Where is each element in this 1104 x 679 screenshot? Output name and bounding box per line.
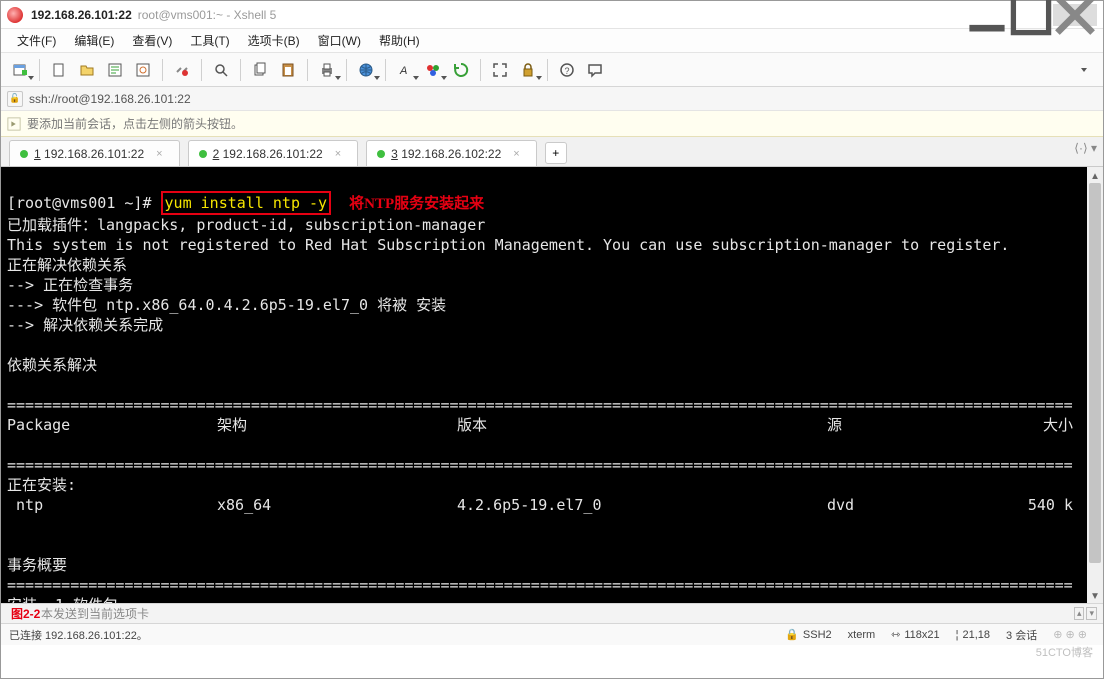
- title-sub: root@vms001:~ - Xshell 5: [138, 8, 277, 22]
- session-tab-1[interactable]: 1 192.168.26.101:22 ×: [9, 140, 180, 166]
- svg-text:A: A: [399, 65, 407, 77]
- globe-icon[interactable]: [353, 57, 379, 83]
- status-caps: ⊕ ⊕ ⊕: [1053, 628, 1087, 641]
- menu-window[interactable]: 窗口(W): [310, 30, 369, 51]
- terminal[interactable]: [root@vms001 ~]# yum install ntp -y 将NTP…: [1, 167, 1103, 603]
- settings-icon[interactable]: [130, 57, 156, 83]
- paste-icon[interactable]: [275, 57, 301, 83]
- status-size: ⇿ 118x21: [891, 628, 940, 641]
- lock-icon[interactable]: [515, 57, 541, 83]
- session-tabbar: 1 192.168.26.101:22 × 2 192.168.26.101:2…: [1, 137, 1103, 167]
- status-cursor: ¦ 21,18: [956, 629, 990, 641]
- table-header: Package架构版本源大小: [7, 415, 1097, 435]
- menu-tools[interactable]: 工具(T): [182, 30, 237, 51]
- tab-close-icon[interactable]: ×: [335, 148, 341, 160]
- titlebar: 192.168.26.101:22 root@vms001:~ - Xshell…: [1, 1, 1103, 29]
- menu-file[interactable]: 文件(F): [9, 30, 64, 51]
- close-button[interactable]: [1053, 4, 1097, 26]
- divider: ========================================…: [7, 576, 1073, 594]
- menubar: 文件(F) 编辑(E) 查看(V) 工具(T) 选项卡(B) 窗口(W) 帮助(…: [1, 29, 1103, 53]
- hint-bar: 要添加当前会话，点击左侧的箭头按钮。: [1, 111, 1103, 137]
- fullscreen-icon[interactable]: [487, 57, 513, 83]
- output-block-1: 已加载插件：langpacks, product-id, subscriptio…: [7, 216, 1009, 374]
- refresh-icon[interactable]: [448, 57, 474, 83]
- status-dot-icon: [377, 150, 385, 158]
- add-tab-button[interactable]: +: [545, 142, 567, 164]
- open-folder-icon[interactable]: [74, 57, 100, 83]
- menu-tabs[interactable]: 选项卡(B): [240, 30, 308, 51]
- scroll-up-icon[interactable]: ▴: [1087, 167, 1103, 183]
- menu-help[interactable]: 帮助(H): [371, 30, 428, 51]
- toolbar-overflow-icon[interactable]: [1071, 57, 1097, 83]
- new-session-icon[interactable]: [7, 57, 33, 83]
- watermark: 51CTO博客: [1036, 644, 1093, 660]
- comment-icon[interactable]: [582, 57, 608, 83]
- maximize-button[interactable]: [1009, 4, 1053, 26]
- font-icon[interactable]: A: [392, 57, 418, 83]
- annotation: 将NTP服务安装起来: [349, 196, 484, 212]
- command-text: yum install ntp -y: [165, 194, 328, 212]
- dropdown-icon[interactable]: ▾: [1086, 607, 1097, 620]
- divider: ========================================…: [7, 396, 1073, 414]
- status-term: xterm: [848, 629, 876, 641]
- status-sessions: 3 会话: [1006, 627, 1037, 643]
- address-text[interactable]: ssh://root@192.168.26.101:22: [29, 92, 191, 106]
- install-count: 安装 1 软件包: [7, 596, 118, 603]
- hint-arrow-icon[interactable]: [7, 117, 21, 131]
- copy-icon[interactable]: [247, 57, 273, 83]
- statusbar: 已连接 192.168.26.101:22。 🔒 SSH2 xterm ⇿ 11…: [1, 623, 1103, 645]
- status-dot-icon: [199, 150, 207, 158]
- scroll-up-icon[interactable]: ▴: [1074, 607, 1085, 620]
- search-icon[interactable]: [208, 57, 234, 83]
- tab-label: 2 192.168.26.101:22: [213, 147, 323, 161]
- print-icon[interactable]: [314, 57, 340, 83]
- command-highlight: yum install ntp -y: [161, 191, 332, 215]
- toolbar: A ?: [1, 53, 1103, 87]
- tab-close-icon[interactable]: ×: [513, 148, 519, 160]
- menu-edit[interactable]: 编辑(E): [66, 30, 122, 51]
- minimize-button[interactable]: [965, 4, 1009, 26]
- session-tab-3[interactable]: 3 192.168.26.102:22 ×: [366, 140, 537, 166]
- help-icon[interactable]: ?: [554, 57, 580, 83]
- input-hint-bar[interactable]: 图2-2 本发送到当前选项卡 ▴ ▾: [1, 603, 1103, 623]
- scroll-down-icon[interactable]: ▾: [1087, 587, 1103, 603]
- session-tab-2[interactable]: 2 192.168.26.101:22 ×: [188, 140, 359, 166]
- color-icon[interactable]: [420, 57, 446, 83]
- title-host: 192.168.26.101:22: [31, 8, 132, 22]
- status-connection: 已连接 192.168.26.101:22。: [9, 627, 148, 643]
- tab-label: 3 192.168.26.102:22: [391, 147, 501, 161]
- address-bar: 🔓 ssh://root@192.168.26.101:22: [1, 87, 1103, 111]
- table-row: ntpx86_644.2.6p5-19.el7_0dvd540 k: [7, 495, 1097, 515]
- status-dot-icon: [20, 150, 28, 158]
- menu-view[interactable]: 查看(V): [124, 30, 180, 51]
- figure-label: 图2-2: [11, 605, 40, 622]
- prompt: [root@vms001 ~]#: [7, 194, 161, 212]
- new-file-icon[interactable]: [46, 57, 72, 83]
- tab-scroll-buttons[interactable]: ⟨·⟩ ▾: [1074, 141, 1097, 155]
- hint-text: 要添加当前会话，点击左侧的箭头按钮。: [27, 115, 243, 132]
- terminal-scrollbar[interactable]: ▴ ▾: [1087, 167, 1103, 603]
- app-icon: [7, 7, 23, 23]
- status-proto: 🔒 SSH2: [785, 628, 831, 641]
- summary-label: 事务概要: [7, 556, 67, 574]
- installing-label: 正在安装:: [7, 476, 76, 494]
- input-hint-text: 本发送到当前选项卡: [41, 605, 149, 622]
- tab-label: 1 192.168.26.101:22: [34, 147, 144, 161]
- address-lock-icon[interactable]: 🔓: [7, 91, 23, 107]
- tab-close-icon[interactable]: ×: [156, 148, 162, 160]
- disconnect-icon[interactable]: [169, 57, 195, 83]
- scroll-thumb[interactable]: [1089, 183, 1101, 563]
- properties-icon[interactable]: [102, 57, 128, 83]
- svg-text:?: ?: [565, 66, 570, 76]
- divider: ========================================…: [7, 456, 1073, 474]
